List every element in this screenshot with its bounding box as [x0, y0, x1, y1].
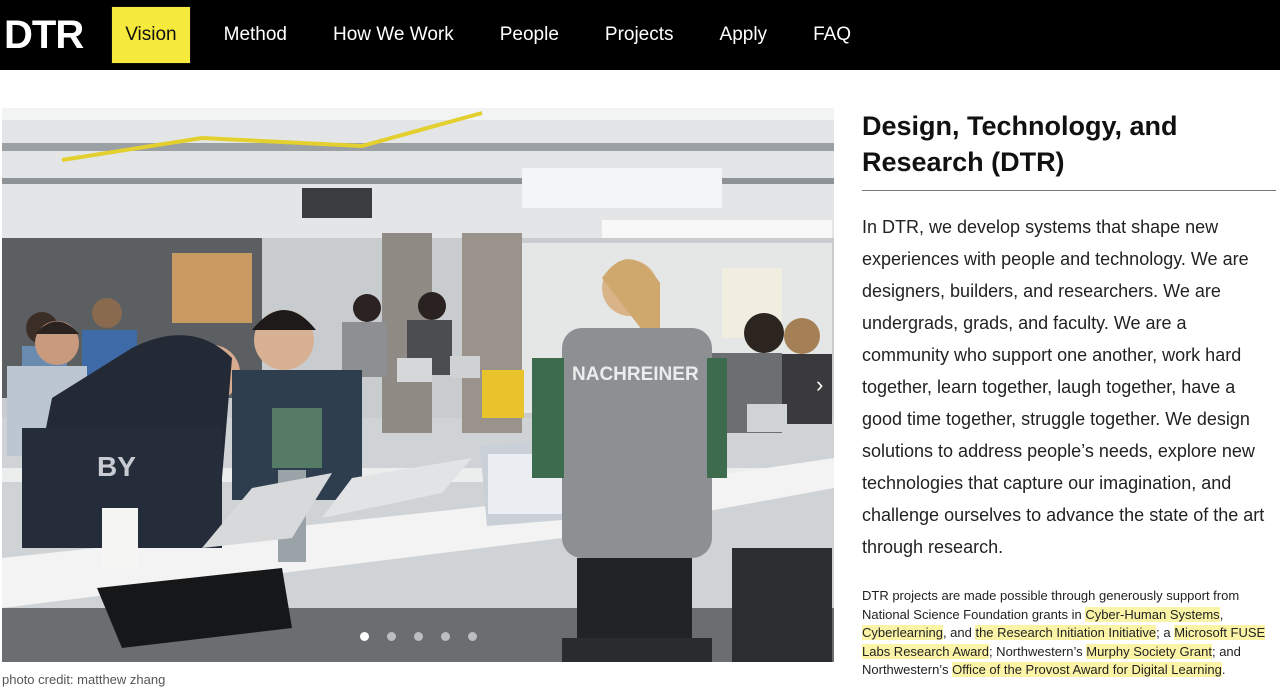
nav-item-vision[interactable]: Vision	[111, 6, 191, 64]
nav-item-people[interactable]: People	[487, 7, 572, 63]
carousel-dot-2[interactable]	[386, 632, 396, 641]
carousel-dot-1[interactable]	[359, 632, 369, 641]
funding-text: .	[1221, 662, 1226, 677]
nav-item-faq[interactable]: FAQ	[800, 7, 864, 63]
link-provost-award[interactable]: Office of the Provost Award for Digital …	[952, 662, 1222, 677]
classroom-photo: BY NACHREINER	[2, 108, 834, 662]
nav-item-apply[interactable]: Apply	[707, 7, 781, 63]
link-cyberlearning[interactable]: Cyberlearning	[862, 625, 943, 640]
funding-text: ; a	[1156, 625, 1175, 640]
link-cyber-human-systems[interactable]: Cyber-Human Systems	[1085, 606, 1220, 622]
photo-carousel: BY NACHREINER ›	[2, 108, 834, 662]
intro-paragraph: In DTR, we develop systems that shape ne…	[862, 217, 1265, 557]
funding-text: ,	[1219, 606, 1224, 622]
jersey-text: NACHREINER	[572, 364, 699, 385]
photo-credit: photo credit: matthew zhang	[2, 672, 166, 687]
top-nav: DTR Vision Method How We Work People Pro…	[0, 0, 1280, 70]
svg-text:BY: BY	[97, 451, 136, 482]
funding-paragraph: DTR projects are made possible through g…	[862, 587, 1276, 680]
page-title: Design, Technology, and Research (DTR)	[862, 108, 1276, 191]
nav-item-how-we-work[interactable]: How We Work	[320, 7, 467, 63]
funding-text: , and	[942, 625, 976, 640]
link-research-initiation-initiative[interactable]: the Research Initiation Initiative	[975, 625, 1157, 640]
carousel-dot-5[interactable]	[467, 632, 477, 641]
site-logo[interactable]: DTR	[4, 0, 84, 70]
carousel-next-icon[interactable]: ›	[816, 373, 828, 397]
funding-text: ; Northwestern’s	[988, 643, 1087, 659]
link-murphy-society-grant[interactable]: Murphy Society Grant	[1086, 643, 1212, 659]
carousel-dots	[2, 628, 834, 646]
carousel-dot-4[interactable]	[440, 632, 450, 641]
nav-item-projects[interactable]: Projects	[592, 7, 687, 63]
nav-item-method[interactable]: Method	[211, 7, 300, 63]
carousel-dot-3[interactable]	[413, 632, 423, 641]
main-content: Design, Technology, and Research (DTR) I…	[862, 108, 1276, 680]
